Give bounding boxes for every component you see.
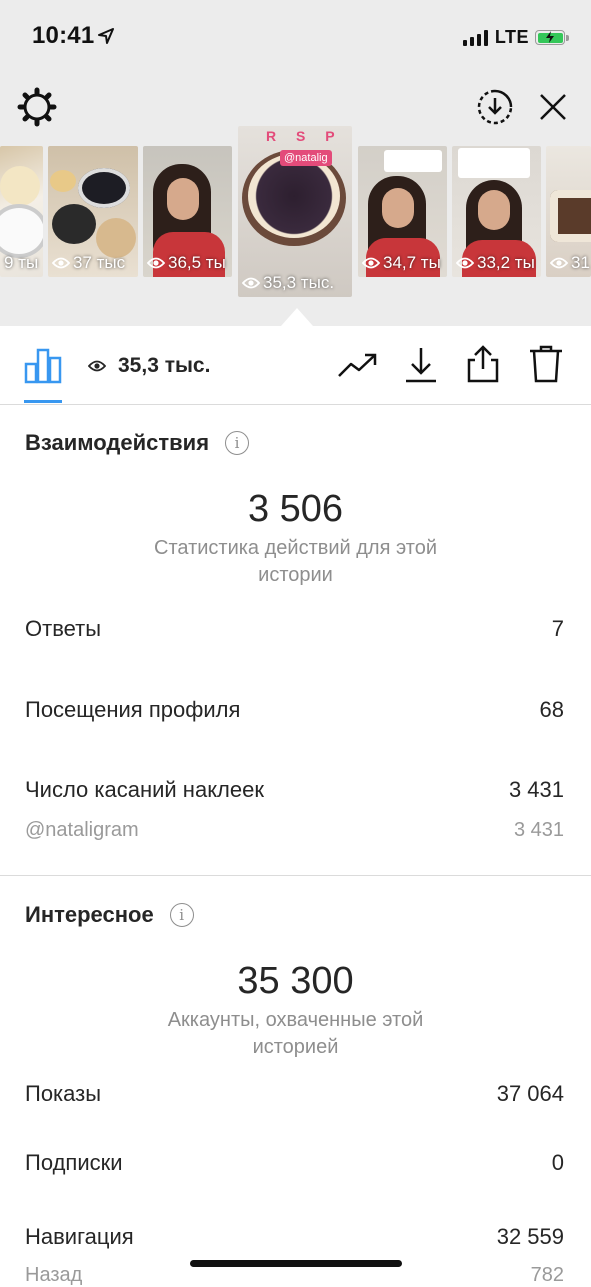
discovery-caption: Аккаунты, охваченные этой историей <box>167 1009 424 1058</box>
delete-trash-icon[interactable] <box>528 344 564 384</box>
sub-row-value: 3 431 <box>513 819 564 841</box>
thumbnail-views: 9 ты <box>4 253 39 272</box>
network-label: LTE <box>494 27 529 47</box>
story-thumbnail[interactable]: 33,2 ты <box>452 146 541 277</box>
signal-icon <box>462 29 488 46</box>
interactions-sub-row: @nataligram 3 431 <box>25 819 564 842</box>
battery-icon <box>535 30 565 45</box>
row-value: 68 <box>539 697 564 722</box>
discovery-row: Навигация 32 559 <box>25 1224 564 1250</box>
discovery-title: Интересное <box>25 902 154 927</box>
story-thumbnail[interactable]: 36,5 ты <box>143 146 232 277</box>
row-label: Показы <box>25 1081 102 1106</box>
story-header: 10:41 LTE 9 ты 37 тыс 36,5 ты R S P @nat… <box>0 0 591 326</box>
discovery-row: Подписки 0 <box>25 1150 564 1176</box>
thumbnail-views: 36,5 ты <box>168 253 226 272</box>
interactions-section-title: Взаимодействия i <box>25 430 250 456</box>
row-value: 3 431 <box>508 777 564 802</box>
interactions-row: Число касаний наклеек 3 431 <box>25 777 564 803</box>
interactions-row: Посещения профиля 68 <box>25 697 564 723</box>
interactions-caption: Статистика действий для этой истории <box>154 537 437 586</box>
row-label: Посещения профиля <box>25 697 241 722</box>
story-thumbnail[interactable]: 34,7 ты <box>358 146 447 277</box>
row-label: Навигация <box>25 1224 134 1249</box>
thumbnail-views: 33,2 ты <box>477 253 535 272</box>
row-value: 7 <box>551 616 564 641</box>
download-circle-icon[interactable] <box>476 88 514 126</box>
row-value: 0 <box>551 1150 564 1175</box>
discovery-row: Показы 37 064 <box>25 1081 564 1107</box>
story-views-count: 35,3 тыс. <box>118 354 211 377</box>
active-tab-indicator <box>24 400 62 403</box>
interactions-title: Взаимодействия <box>25 430 210 455</box>
row-value: 32 559 <box>496 1224 564 1249</box>
location-arrow-icon <box>98 28 114 44</box>
selection-pointer <box>281 308 313 326</box>
row-label: Ответы <box>25 616 102 641</box>
sub-row-label: @nataligram <box>25 819 139 841</box>
story-thumbnail[interactable]: 37 тыс <box>48 146 138 277</box>
discovery-sub-row: Назад 782 <box>25 1264 564 1287</box>
story-thumbnail[interactable]: 31 <box>546 146 591 277</box>
discovery-total: 35 300 <box>237 960 354 1002</box>
download-icon[interactable] <box>404 346 438 384</box>
story-views: 35,3 тыс. <box>88 354 210 378</box>
share-icon[interactable] <box>465 344 501 384</box>
insights-chart-icon[interactable] <box>24 348 62 384</box>
info-icon[interactable]: i <box>225 431 250 455</box>
status-time: 10:41 <box>32 22 95 49</box>
interactions-total: 3 506 <box>247 488 344 530</box>
row-label: Число касаний наклеек <box>25 777 264 802</box>
promote-trend-icon[interactable] <box>337 352 379 378</box>
discovery-section-title: Интересное i <box>25 902 194 928</box>
close-icon[interactable] <box>538 92 568 122</box>
sub-row-label: Назад <box>25 1264 83 1286</box>
interactions-row: Ответы 7 <box>25 616 564 642</box>
mention-sticker: @natalig <box>280 150 332 166</box>
story-thumbnail-selected[interactable]: R S P @natalig 35,3 тыс. <box>238 126 352 297</box>
thumbnail-views: 34,7 ты <box>383 253 441 272</box>
info-icon[interactable]: i <box>169 903 194 927</box>
thumbnail-views: 31 <box>571 253 590 272</box>
section-divider <box>0 875 591 876</box>
eye-icon <box>88 360 106 372</box>
home-indicator[interactable] <box>190 1260 402 1267</box>
settings-gear-icon[interactable] <box>17 87 57 127</box>
sub-row-value: 782 <box>530 1264 564 1286</box>
thumbnail-views: 35,3 тыс. <box>263 273 335 292</box>
story-thumbnail[interactable]: 9 ты <box>0 146 43 277</box>
insights-toolbar: 35,3 тыс. <box>0 326 591 405</box>
thumbnail-views: 37 тыс <box>73 253 126 272</box>
status-indicators: LTE <box>462 27 569 48</box>
row-value: 37 064 <box>496 1081 564 1106</box>
row-label: Подписки <box>25 1150 123 1175</box>
